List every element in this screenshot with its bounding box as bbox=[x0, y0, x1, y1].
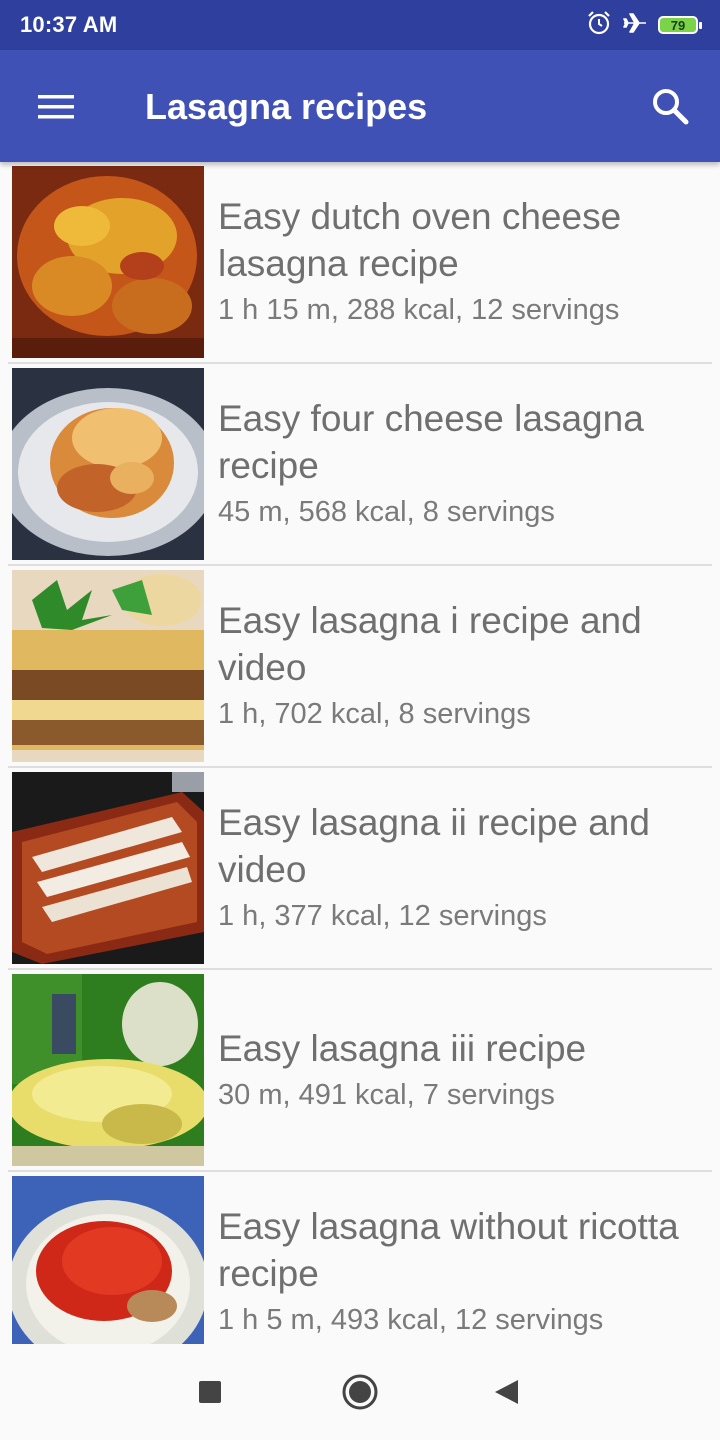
alarm-icon bbox=[586, 10, 612, 41]
recipe-title: Easy lasagna iii recipe bbox=[218, 1027, 587, 1069]
recipe-title: Easy four cheese lasagna recipe bbox=[218, 398, 644, 486]
status-time: 10:37 AM bbox=[20, 12, 118, 37]
recipe-title: Easy lasagna without ricotta recipe bbox=[218, 1206, 679, 1294]
list-item[interactable]: Easy lasagna ii recipe and video 1 h, 37… bbox=[0, 768, 720, 970]
system-nav-bar bbox=[0, 1344, 720, 1440]
recipe-meta: 1 h, 377 kcal, 12 servings bbox=[218, 900, 547, 932]
recipe-list[interactable]: Easy dutch oven cheese lasagna recipe 1 … bbox=[0, 162, 720, 1344]
recipe-text: Easy lasagna i recipe and video 1 h, 702… bbox=[218, 566, 700, 768]
recents-square-icon[interactable] bbox=[180, 1362, 240, 1422]
airplane-mode-icon bbox=[622, 10, 648, 41]
list-item[interactable]: Easy dutch oven cheese lasagna recipe 1 … bbox=[0, 162, 720, 364]
recipe-text: Easy lasagna without ricotta recipe 1 h … bbox=[218, 1172, 700, 1344]
recipe-text: Easy four cheese lasagna recipe 45 m, 56… bbox=[218, 364, 700, 566]
recipe-meta: 1 h, 702 kcal, 8 servings bbox=[218, 698, 531, 730]
list-item[interactable]: Easy lasagna iii recipe 30 m, 491 kcal, … bbox=[0, 970, 720, 1172]
recipe-thumbnail bbox=[12, 772, 204, 964]
battery-icon: 79 bbox=[658, 16, 702, 34]
recipe-thumbnail bbox=[12, 166, 204, 358]
recipe-title: Easy lasagna i recipe and video bbox=[218, 600, 642, 688]
recipe-meta: 1 h 5 m, 493 kcal, 12 servings bbox=[218, 1304, 604, 1336]
recipe-thumbnail bbox=[12, 974, 204, 1166]
recipe-title: Easy lasagna ii recipe and video bbox=[218, 802, 650, 890]
recipe-text: Easy dutch oven cheese lasagna recipe 1 … bbox=[218, 162, 700, 364]
list-item[interactable]: Easy lasagna i recipe and video 1 h, 702… bbox=[0, 566, 720, 768]
back-triangle-icon[interactable] bbox=[478, 1362, 538, 1422]
recipe-text: Easy lasagna ii recipe and video 1 h, 37… bbox=[218, 768, 700, 970]
recipe-meta: 30 m, 491 kcal, 7 servings bbox=[218, 1078, 555, 1111]
recipe-meta: 1 h 15 m, 288 kcal, 12 servings bbox=[218, 294, 620, 326]
search-icon[interactable] bbox=[640, 80, 696, 136]
recipe-meta: 45 m, 568 kcal, 8 servings bbox=[218, 496, 555, 528]
battery-level: 79 bbox=[670, 17, 686, 33]
page-title: Lasagna recipes bbox=[145, 86, 428, 127]
recipe-thumbnail bbox=[12, 1176, 204, 1344]
hamburger-menu-icon[interactable] bbox=[20, 78, 92, 134]
status-icons: 79 bbox=[586, 10, 702, 41]
home-circle-icon[interactable] bbox=[330, 1362, 390, 1422]
app-bar: Lasagna recipes bbox=[0, 50, 720, 162]
recipe-thumbnail bbox=[12, 368, 204, 560]
status-bar: 10:37 AM 79 bbox=[0, 0, 720, 50]
recipe-text: Easy lasagna iii recipe 30 m, 491 kcal, … bbox=[218, 970, 700, 1172]
list-item[interactable]: Easy four cheese lasagna recipe 45 m, 56… bbox=[0, 364, 720, 566]
recipe-thumbnail bbox=[12, 570, 204, 762]
recipe-title: Easy dutch oven cheese lasagna recipe bbox=[218, 196, 622, 284]
list-item[interactable]: Easy lasagna without ricotta recipe 1 h … bbox=[0, 1172, 720, 1344]
